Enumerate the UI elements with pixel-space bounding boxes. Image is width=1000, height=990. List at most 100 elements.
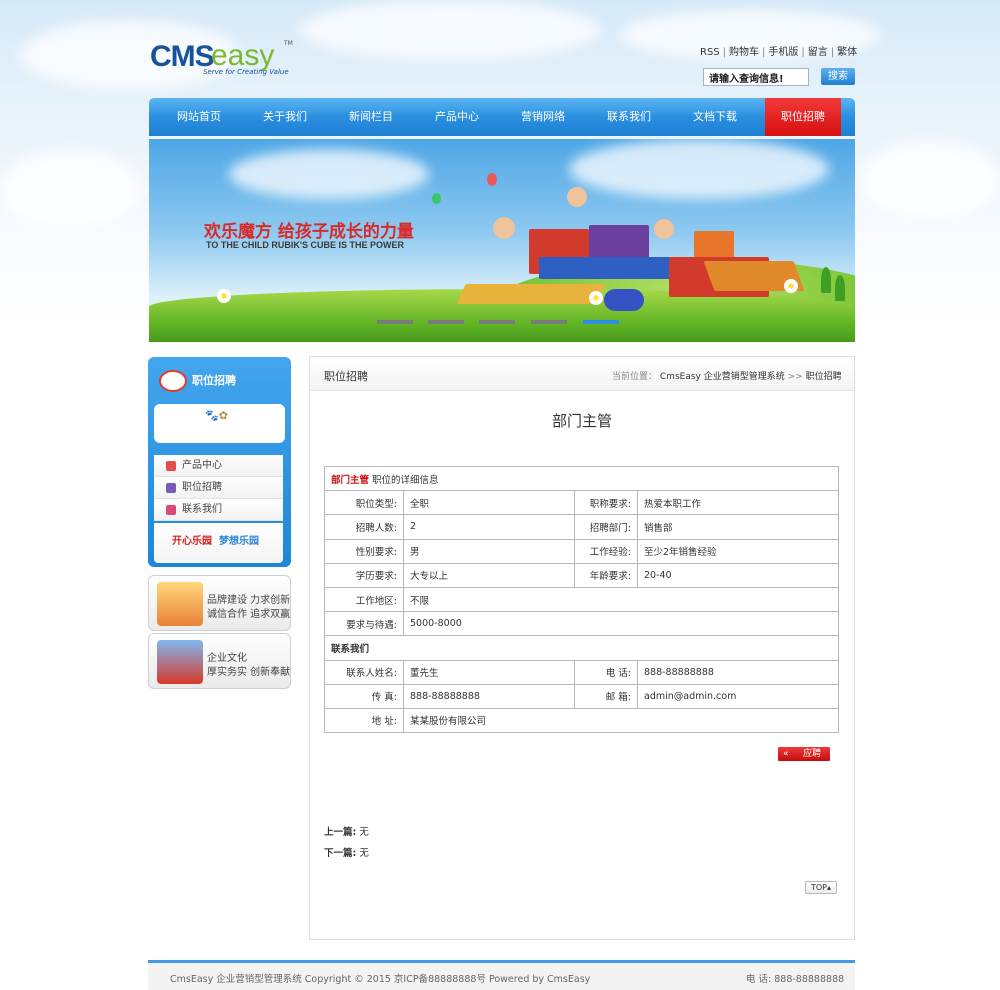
detail-header: 部门主管 职位的详细信息: [324, 465, 839, 492]
sidebar-item-jobs[interactable]: 职位招聘: [154, 477, 283, 499]
slide-indicator[interactable]: [531, 320, 567, 324]
mascot-icon: [157, 640, 203, 684]
breadcrumb-current[interactable]: 职位招聘: [806, 372, 842, 382]
pets-icon: 🐾✿: [205, 409, 228, 422]
field-label: 工作地区:: [324, 586, 404, 613]
culture-card[interactable]: 企业文化 厚实务实 创新奉献: [148, 633, 291, 689]
house-icon: [157, 582, 203, 626]
next-article-link[interactable]: 下一篇: 无: [324, 845, 369, 859]
banner-subtitle: TO THE CHILD RUBIK'S CUBE IS THE POWER: [206, 240, 404, 250]
search-button[interactable]: 搜索: [821, 68, 855, 85]
guestbook-link[interactable]: 留言: [808, 47, 828, 58]
table-row: 学历要求: 大专以上 年龄要求: 20-40: [324, 562, 839, 588]
slide-indicator[interactable]: [428, 320, 464, 324]
card-line: 企业文化: [207, 653, 247, 664]
table-row: 联系我们: [324, 635, 839, 661]
table-row: 要求与待遇: 5000-8000: [324, 611, 839, 637]
banner-title: 欢乐魔方 给孩子成长的力量: [204, 222, 414, 242]
promo-text: 开心乐园 梦想乐园: [172, 532, 259, 547]
smiley-icon: [159, 370, 187, 392]
next-label: 下一篇:: [324, 848, 357, 859]
contact-icon: [166, 505, 176, 515]
main-nav: 网站首页 关于我们 新闻栏目 产品中心 营销网络 联系我们 文档下载 职位招聘: [149, 98, 855, 136]
search-input[interactable]: [703, 68, 809, 86]
child-figure: [654, 219, 674, 239]
nav-item-network[interactable]: 营销网络: [500, 98, 586, 136]
field-value: 热爱本职工作: [637, 490, 839, 516]
sidebar-item-contact[interactable]: 联系我们: [154, 499, 283, 521]
sidebar-menu: 产品中心 职位招聘 联系我们: [154, 455, 283, 521]
promo-left: 开心乐园: [172, 536, 212, 547]
top-links: RSS | 购物车 | 手机版 | 留言 | 繁体: [700, 47, 858, 58]
sidebar-item-label: 职位招聘: [182, 482, 222, 493]
apply-label: 应聘: [802, 749, 821, 759]
product-icon: [166, 461, 176, 471]
field-value: 大专以上: [403, 562, 575, 588]
nav-item-downloads[interactable]: 文档下载: [672, 98, 758, 136]
table-row: 传 真: 888-88888888 邮 箱: admin@admin.com: [324, 683, 839, 709]
top-label: TOP: [810, 883, 827, 892]
logo-trademark: TM: [284, 40, 293, 47]
nav-item-jobs[interactable]: 职位招聘: [765, 98, 841, 136]
card-line: 诚信合作 追求双赢: [207, 609, 291, 620]
traditional-chinese-link[interactable]: 繁体: [837, 47, 857, 58]
field-value: 2: [403, 514, 575, 540]
card-line: 品牌建设 力求创新: [207, 595, 291, 606]
field-value: 男: [403, 538, 575, 564]
breadcrumb-home[interactable]: CmsEasy 企业营销型管理系统: [660, 372, 785, 382]
field-label: 年龄要求:: [574, 562, 638, 588]
play-block: [456, 284, 606, 304]
field-value: 888-88888888: [637, 659, 839, 685]
job-detail-table: 部门主管 职位的详细信息 职位类型: 全职 职称要求: 热爱本职工作 招聘人数:…: [324, 465, 839, 734]
field-label: 工作经验:: [574, 538, 638, 564]
hero-banner: 欢乐魔方 给孩子成长的力量 TO THE CHILD RUBIK'S CUBE …: [149, 139, 855, 342]
table-row: 地 址: 某某股份有限公司: [324, 707, 839, 734]
tree-decoration: [835, 275, 845, 301]
promo-right: 梦想乐园: [218, 536, 259, 547]
nav-item-contact[interactable]: 联系我们: [586, 98, 672, 136]
page-title: 部门主管: [551, 412, 612, 430]
tree-decoration: [821, 267, 831, 293]
site-logo[interactable]: CMS easy TM Serve for Creating Value: [150, 39, 300, 80]
brand-card[interactable]: 品牌建设 力求创新 诚信合作 追求双赢: [148, 575, 291, 631]
slide-indicator[interactable]: [377, 320, 413, 324]
sidebar-promo[interactable]: 开心乐园 梦想乐园: [154, 523, 283, 563]
sidebar-title: 职位招聘: [192, 374, 236, 387]
rss-link[interactable]: RSS: [700, 47, 720, 58]
field-label: 招聘部门:: [574, 514, 638, 540]
footer-copyright: CmsEasy 企业营销型管理系统 Copyright © 2015 京ICP备…: [170, 974, 591, 985]
nav-item-news[interactable]: 新闻栏目: [328, 98, 414, 136]
prev-article-link[interactable]: 上一篇: 无: [324, 824, 369, 838]
field-value: 全职: [403, 490, 575, 516]
field-value: 某某股份有限公司: [403, 707, 839, 734]
footer-phone: 电 话: 888-88888888: [746, 974, 845, 985]
balloon-icon: [487, 173, 497, 186]
sidebar-item-products[interactable]: 产品中心: [154, 455, 283, 477]
apply-button[interactable]: « 应聘: [778, 747, 830, 761]
slide-indicator[interactable]: [479, 320, 515, 324]
nav-item-about[interactable]: 关于我们: [242, 98, 328, 136]
field-value: 888-88888888: [403, 683, 575, 709]
field-label: 邮 箱:: [574, 683, 638, 709]
field-label: 地 址:: [324, 707, 404, 734]
child-figure: [493, 217, 515, 239]
back-to-top-button[interactable]: TOP▴: [805, 881, 837, 894]
field-label: 性别要求:: [324, 538, 404, 564]
flower-decoration: [217, 289, 231, 303]
field-value: 销售部: [637, 514, 839, 540]
cart-link[interactable]: 购物车: [729, 47, 759, 58]
nav-item-products[interactable]: 产品中心: [414, 98, 500, 136]
nav-item-home[interactable]: 网站首页: [156, 98, 242, 136]
slide-indicator-active[interactable]: [583, 320, 619, 324]
field-value: 20-40: [637, 562, 839, 588]
logo-slogan: Serve for Creating Value: [203, 68, 289, 76]
mobile-link[interactable]: 手机版: [768, 47, 798, 58]
section-title: 职位招聘: [324, 370, 368, 383]
table-row: 性别要求: 男 工作经验: 至少2年销售经验: [324, 538, 839, 564]
breadcrumb-label: 当前位置：: [612, 372, 658, 382]
field-label: 传 真:: [324, 683, 404, 709]
field-value: 董先生: [403, 659, 575, 685]
flower-decoration: [784, 279, 798, 293]
cloud-decoration: [229, 149, 429, 199]
field-label: 招聘人数:: [324, 514, 404, 540]
